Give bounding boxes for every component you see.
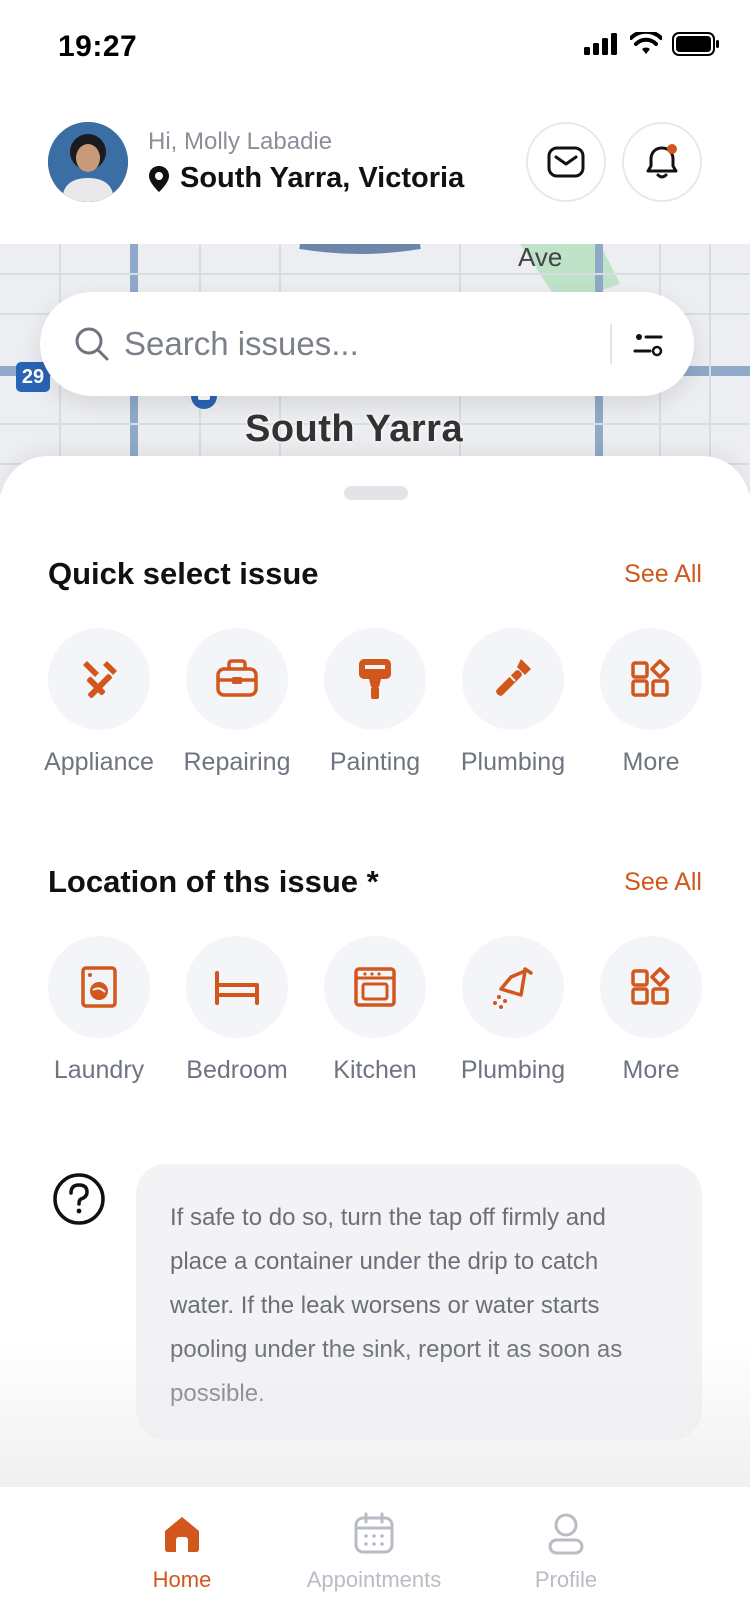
location-chip-more[interactable]: More [581, 936, 721, 1085]
map-street-label: Ave [518, 244, 563, 272]
location-issue-row: Laundry Bedroom Kitchen Plumbing More [0, 936, 750, 1096]
filter-icon[interactable] [630, 326, 666, 362]
notifications-button[interactable] [622, 122, 702, 202]
wifi-icon [630, 32, 662, 54]
bell-icon [646, 144, 678, 179]
quick-chip-plumbing[interactable]: Plumbing [443, 628, 583, 777]
signal-icon [584, 33, 617, 55]
help-icon [53, 1173, 105, 1225]
tip-text: If safe to do so, turn the tap off firml… [170, 1204, 623, 1407]
location-pin-icon [149, 165, 169, 192]
search-divider [610, 324, 612, 364]
quick-chip-label: Appliance [44, 748, 154, 776]
location-chip-laundry[interactable]: Laundry [29, 936, 169, 1085]
greeting-text: Hi, Molly Labadie [148, 128, 333, 155]
location-chip-label: Laundry [53, 1056, 145, 1084]
bottom-tab-bar: Home Appointments Profile [0, 1486, 750, 1624]
messages-button[interactable] [526, 122, 606, 202]
location-label: South Yarra, Victoria [180, 162, 465, 194]
search-input[interactable] [124, 320, 584, 368]
map-area-label: South Yarra [245, 408, 464, 450]
tab-label: Appointments [306, 1567, 442, 1592]
bed-icon [215, 971, 259, 1005]
location-chip-label: Plumbing [460, 1056, 566, 1084]
quick-chip-appliance[interactable]: Appliance [29, 628, 169, 777]
location-chip-bedroom[interactable]: Bedroom [167, 936, 307, 1085]
quick-chip-painting[interactable]: Painting [305, 628, 445, 777]
quick-chip-more[interactable]: More [581, 628, 721, 777]
user-icon [548, 1513, 584, 1555]
tab-profile[interactable]: Profile [476, 1509, 656, 1593]
quick-chip-label: Plumbing [460, 748, 566, 776]
search-icon [75, 327, 109, 361]
quick-chip-label: Repairing [183, 748, 291, 776]
location-issue-see-all[interactable]: See All [624, 868, 702, 897]
paint-roller-icon [359, 659, 391, 699]
washing-machine-icon [81, 966, 117, 1008]
calendar-icon [354, 1512, 394, 1554]
grid-shapes-icon [631, 967, 670, 1005]
status-time: 19:27 [58, 30, 138, 63]
location-chip-label: Bedroom [186, 1056, 288, 1084]
quick-chip-label: Painting [329, 748, 421, 776]
mail-icon [547, 146, 585, 178]
quick-chip-repairing[interactable]: Repairing [167, 628, 307, 777]
avatar[interactable] [48, 122, 128, 202]
toolbox-icon [216, 659, 258, 697]
location-chip-label: More [622, 1056, 680, 1084]
tab-appointments[interactable]: Appointments [284, 1509, 464, 1593]
header: Hi, Molly Labadie South Yarra, Victoria [0, 100, 750, 240]
tab-home[interactable]: Home [92, 1509, 272, 1593]
location-chip-label: Kitchen [333, 1056, 417, 1084]
location-chip-kitchen[interactable]: Kitchen [305, 936, 445, 1085]
location-chip-plumbing[interactable]: Plumbing [443, 936, 583, 1085]
status-bar: 19:27 [0, 0, 750, 96]
quick-chip-label: More [622, 748, 680, 776]
current-location[interactable]: South Yarra, Victoria [148, 162, 464, 195]
grid-shapes-icon [631, 659, 670, 697]
location-issue-title: Location of ths issue * [48, 864, 379, 899]
search-bar [40, 292, 694, 396]
tip-card: If safe to do so, turn the tap off firml… [136, 1164, 702, 1440]
quick-select-see-all[interactable]: See All [624, 560, 702, 589]
tools-icon [83, 661, 117, 698]
shower-icon [493, 967, 533, 1009]
oven-icon [354, 967, 396, 1007]
quick-select-title: Quick select issue [48, 556, 319, 591]
home-icon [165, 1517, 199, 1552]
status-icons [584, 32, 720, 56]
content-sheet: Quick select issue See All Appliance Rep… [0, 456, 750, 1486]
sheet-drag-handle[interactable] [344, 486, 408, 500]
quick-select-row: Appliance Repairing Painting Plumbing Mo… [0, 628, 750, 788]
tab-label: Profile [534, 1567, 598, 1592]
battery-icon [672, 32, 719, 56]
wrench-icon [496, 659, 531, 696]
tab-label: Home [152, 1567, 212, 1592]
